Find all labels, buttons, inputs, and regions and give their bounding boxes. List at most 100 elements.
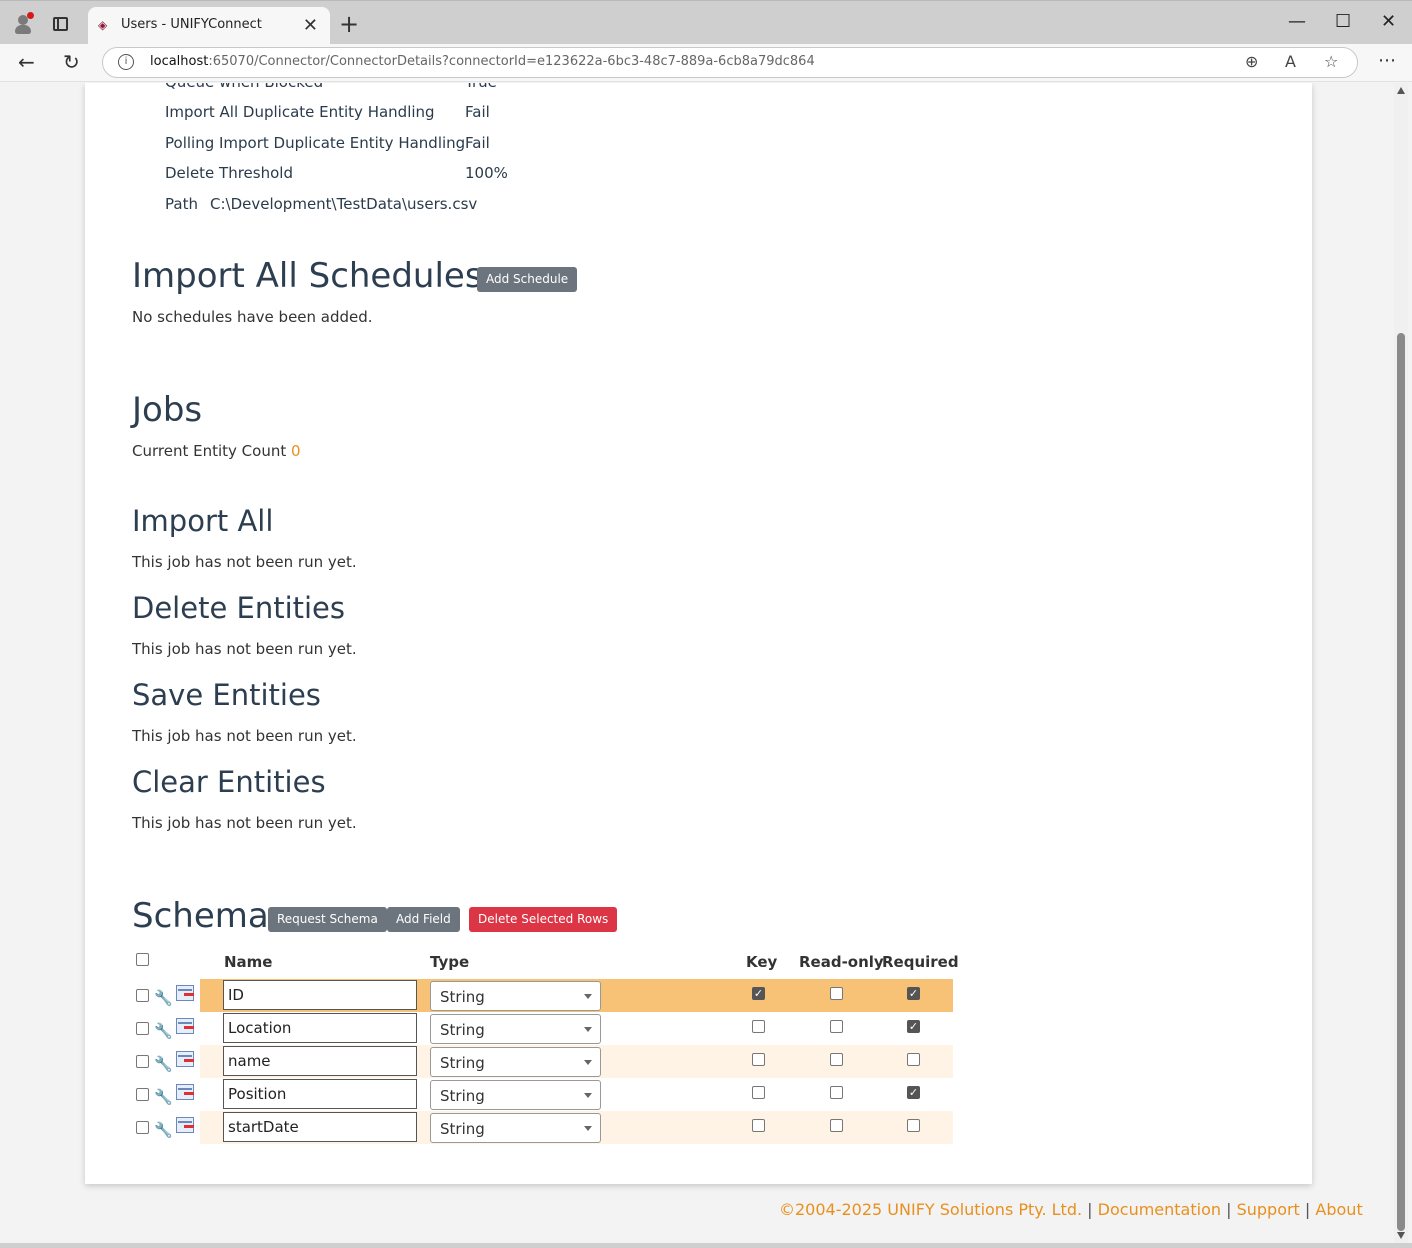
field-details-icon[interactable] — [176, 1051, 194, 1067]
readonly-checkbox[interactable] — [830, 1086, 843, 1099]
field-type-select[interactable]: String — [430, 1014, 601, 1044]
dropdown-caret-icon — [584, 1093, 592, 1098]
readonly-checkbox[interactable] — [830, 1119, 843, 1132]
favorite-star-icon[interactable]: ☆ — [1324, 52, 1338, 71]
key-checkbox[interactable] — [752, 1119, 765, 1132]
delete-selected-rows-button[interactable]: Delete Selected Rows — [469, 907, 618, 932]
address-bar: ← ↻ i localhost:65070/Connector/Connecto… — [0, 44, 1412, 82]
close-tab-icon[interactable]: ✕ — [303, 15, 318, 36]
key-checkbox[interactable] — [752, 1020, 765, 1033]
column-header-name: Name — [224, 953, 273, 971]
browser-tab-bar: ◈ Users - UNIFYConnect ✕ + — ☐ ✕ — [0, 0, 1412, 45]
tab-title: Users - UNIFYConnect — [121, 17, 262, 32]
property-label: Polling Import Duplicate Entity Handling — [165, 134, 466, 152]
about-link[interactable]: About — [1315, 1200, 1362, 1219]
dropdown-caret-icon — [584, 1060, 592, 1065]
tab-actions-icon[interactable] — [53, 17, 68, 31]
edit-field-wrench-icon[interactable]: 🔧 — [154, 1022, 173, 1040]
row-select-checkbox[interactable] — [136, 1022, 149, 1035]
field-details-icon[interactable] — [176, 985, 194, 1001]
profile-icon[interactable] — [12, 12, 34, 35]
zoom-icon[interactable]: ⊕ — [1245, 52, 1258, 71]
column-header-readonly: Read-only — [799, 953, 884, 971]
edit-field-wrench-icon[interactable]: 🔧 — [154, 1055, 173, 1073]
job-status: This job has not been run yet. — [132, 727, 357, 745]
documentation-link[interactable]: Documentation — [1098, 1200, 1221, 1219]
entity-count-text: Current Entity Count 0 — [132, 442, 301, 460]
site-info-icon[interactable]: i — [118, 54, 134, 70]
refresh-icon[interactable]: ↻ — [63, 50, 80, 74]
entity-count-value: 0 — [291, 442, 301, 460]
new-tab-icon[interactable]: + — [339, 10, 359, 38]
request-schema-button[interactable]: Request Schema — [268, 907, 387, 932]
field-type-value: String — [440, 1054, 485, 1072]
field-details-icon[interactable] — [176, 1117, 194, 1133]
scroll-up-icon[interactable] — [1397, 87, 1405, 94]
job-title: Delete Entities — [132, 591, 346, 625]
job-status: This job has not been run yet. — [132, 640, 357, 658]
site-favicon-icon: ◈ — [98, 18, 108, 32]
page-viewport: Queue when Blocked True Import All Dupli… — [0, 83, 1394, 1243]
browser-menu-icon[interactable]: ⋯ — [1378, 50, 1396, 71]
required-checkbox[interactable] — [907, 1119, 920, 1132]
schedules-heading: Import All Schedules — [132, 256, 483, 296]
maximize-icon[interactable]: ☐ — [1335, 11, 1351, 32]
readonly-checkbox[interactable] — [830, 987, 843, 1000]
property-label: Path — [165, 195, 198, 213]
read-aloud-icon[interactable]: A — [1285, 52, 1296, 71]
field-name-input[interactable]: name — [223, 1046, 417, 1076]
edit-field-wrench-icon[interactable]: 🔧 — [154, 1121, 173, 1139]
key-checkbox[interactable] — [752, 1086, 765, 1099]
footer: ©2004-2025 UNIFY Solutions Pty. Ltd. | D… — [779, 1200, 1363, 1219]
copyright-link[interactable]: ©2004-2025 UNIFY Solutions Pty. Ltd. — [779, 1200, 1082, 1219]
schedules-empty-text: No schedules have been added. — [132, 308, 373, 326]
row-select-checkbox[interactable] — [136, 989, 149, 1002]
scroll-down-icon[interactable] — [1397, 1232, 1405, 1239]
page-scrollbar[interactable] — [1394, 83, 1408, 1243]
required-checkbox[interactable] — [907, 1053, 920, 1066]
back-arrow-icon[interactable]: ← — [18, 50, 35, 74]
property-value: Fail — [465, 103, 490, 121]
edit-field-wrench-icon[interactable]: 🔧 — [154, 1088, 173, 1106]
field-type-select[interactable]: String — [430, 1047, 601, 1077]
key-checkbox[interactable] — [752, 1053, 765, 1066]
minimize-icon[interactable]: — — [1288, 11, 1306, 32]
job-status: This job has not been run yet. — [132, 814, 357, 832]
field-type-value: String — [440, 1087, 485, 1105]
add-field-button[interactable]: Add Field — [387, 907, 460, 932]
field-type-value: String — [440, 988, 485, 1006]
add-schedule-button[interactable]: Add Schedule — [477, 267, 578, 292]
field-type-select[interactable]: String — [430, 1080, 601, 1110]
select-all-checkbox[interactable] — [136, 953, 149, 966]
job-title: Save Entities — [132, 678, 321, 712]
browser-tab[interactable]: ◈ Users - UNIFYConnect ✕ — [88, 7, 330, 45]
row-select-checkbox[interactable] — [136, 1088, 149, 1101]
field-type-select[interactable]: String — [430, 1113, 601, 1143]
row-select-checkbox[interactable] — [136, 1055, 149, 1068]
field-type-select[interactable]: String — [430, 981, 601, 1011]
field-details-icon[interactable] — [176, 1084, 194, 1100]
required-checkbox[interactable]: ✓ — [907, 987, 920, 1000]
dropdown-caret-icon — [584, 994, 592, 999]
field-name-input[interactable]: ID — [223, 980, 417, 1010]
property-label: Delete Threshold — [165, 164, 293, 182]
field-name-input[interactable]: Location — [223, 1013, 417, 1043]
jobs-heading: Jobs — [132, 390, 203, 430]
property-label: Queue when Blocked — [165, 83, 323, 91]
url-field[interactable]: i localhost:65070/Connector/ConnectorDet… — [102, 47, 1358, 78]
field-name-input[interactable]: startDate — [223, 1112, 417, 1142]
property-value: 100% — [465, 164, 508, 182]
readonly-checkbox[interactable] — [830, 1020, 843, 1033]
field-details-icon[interactable] — [176, 1018, 194, 1034]
row-select-checkbox[interactable] — [136, 1121, 149, 1134]
key-checkbox[interactable]: ✓ — [752, 987, 765, 1000]
support-link[interactable]: Support — [1237, 1200, 1300, 1219]
field-name-input[interactable]: Position — [223, 1079, 417, 1109]
close-window-icon[interactable]: ✕ — [1381, 11, 1396, 32]
readonly-checkbox[interactable] — [830, 1053, 843, 1066]
required-checkbox[interactable]: ✓ — [907, 1086, 920, 1099]
edit-field-wrench-icon[interactable]: 🔧 — [154, 989, 173, 1007]
column-header-required: Required — [882, 953, 959, 971]
required-checkbox[interactable]: ✓ — [907, 1020, 920, 1033]
scroll-thumb[interactable] — [1397, 333, 1405, 1231]
